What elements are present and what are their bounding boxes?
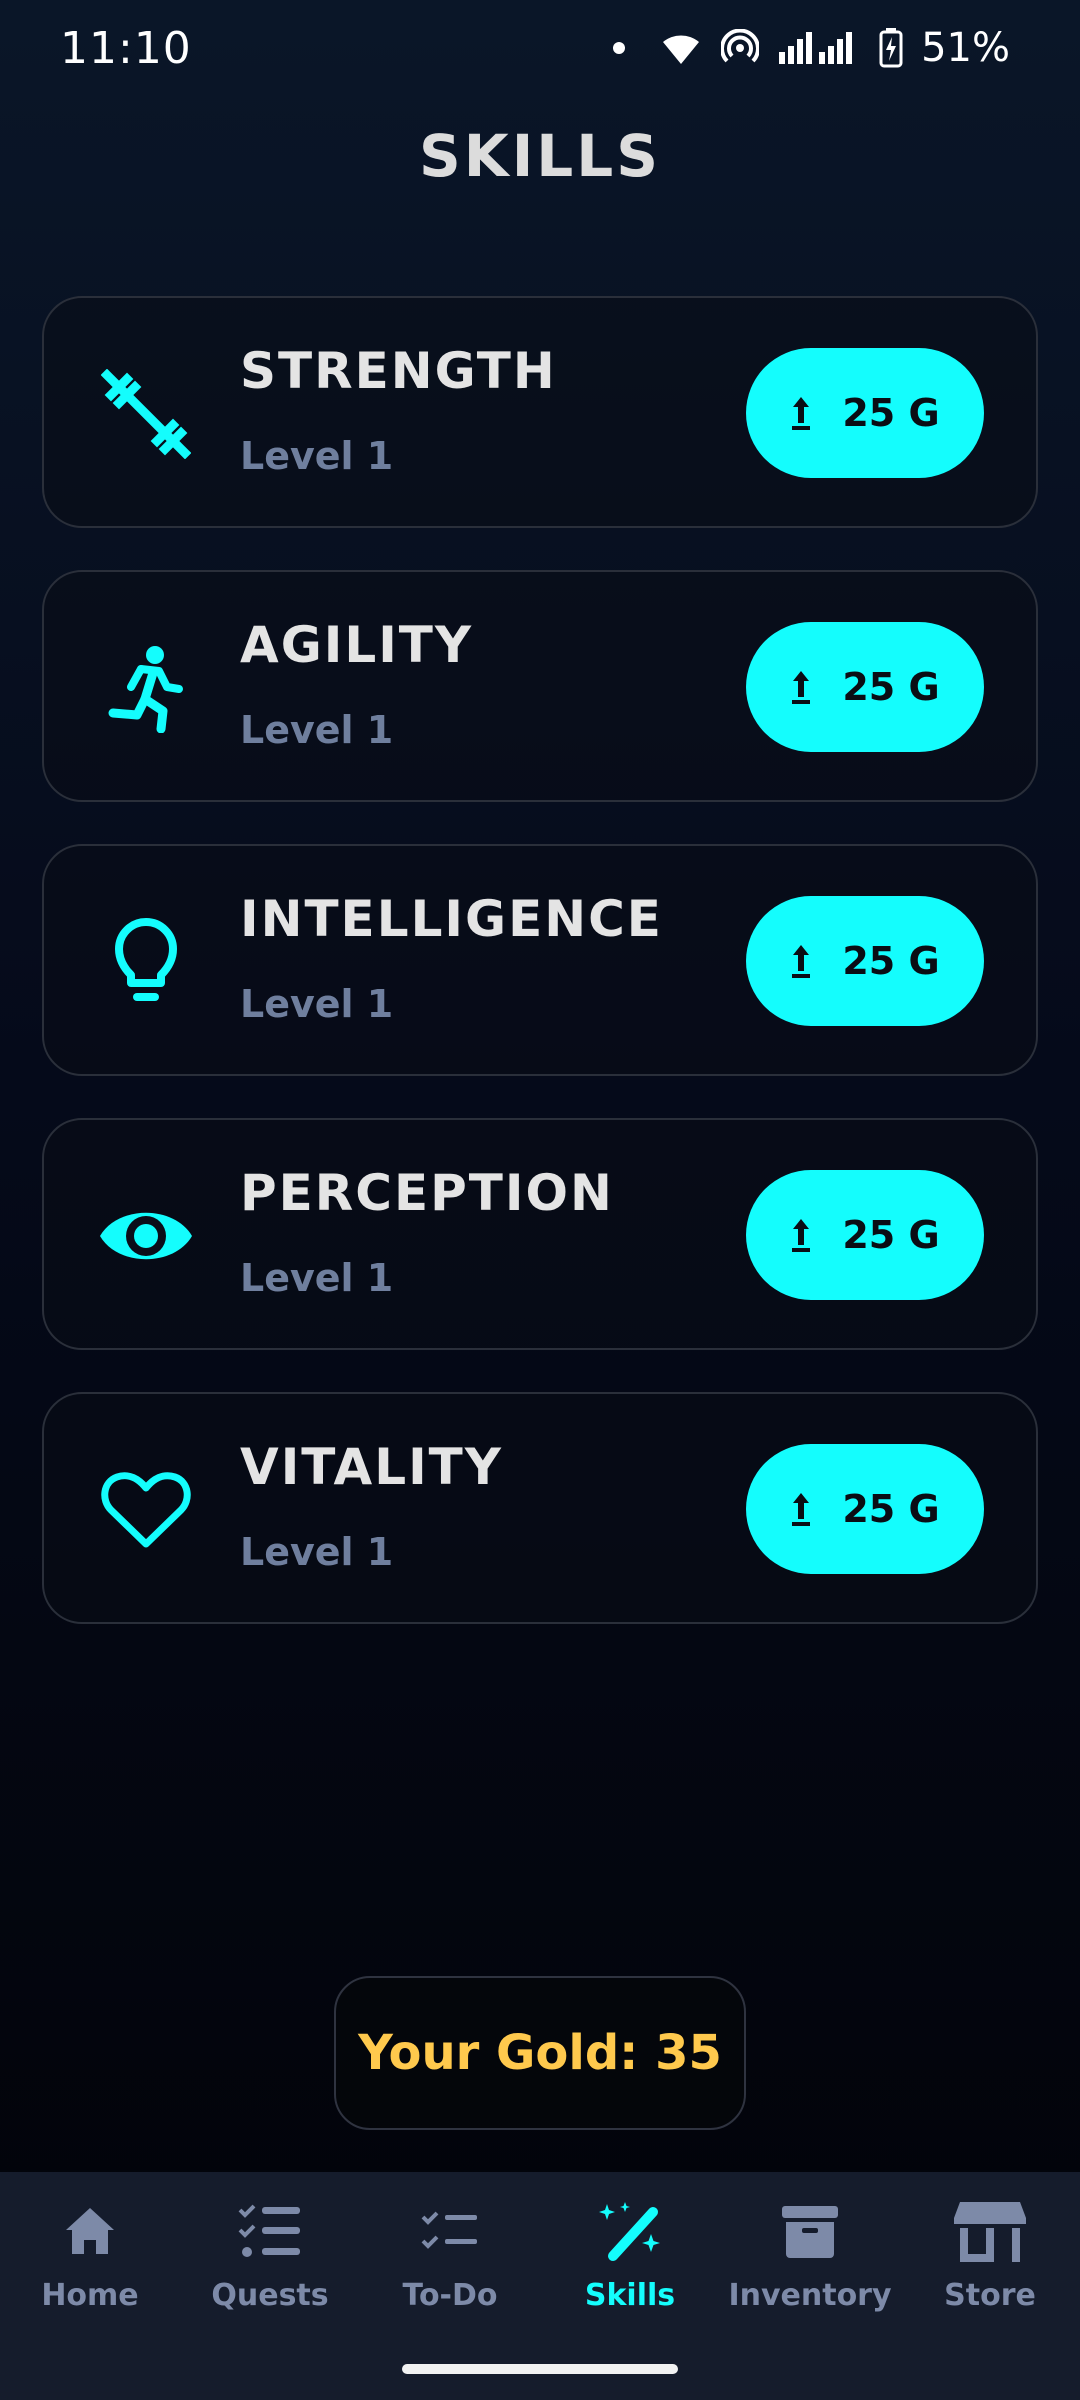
eye-icon xyxy=(96,1186,196,1286)
gold-text: Your Gold: 35 xyxy=(358,2025,722,2081)
upgrade-cost: 25 G xyxy=(842,1487,940,1531)
wifi-icon xyxy=(659,30,703,66)
checklist-icon xyxy=(238,2196,302,2268)
skill-level: Level 1 xyxy=(240,708,394,752)
notification-dot-icon xyxy=(613,42,626,54)
skills-list: STRENGTH Level 1 25 G AGILITY Level 1 25… xyxy=(42,296,1038,1666)
nav-home[interactable]: Home xyxy=(0,2172,180,2332)
todo-icon xyxy=(421,2196,479,2268)
home-icon xyxy=(62,2196,118,2268)
upgrade-arrow-icon xyxy=(790,1217,812,1253)
nav-label: Home xyxy=(41,2278,139,2313)
upgrade-cost: 25 G xyxy=(842,1213,940,1257)
upgrade-cost: 25 G xyxy=(842,665,940,709)
status-bar: 11:10 51% xyxy=(0,0,1080,96)
skill-card-perception: PERCEPTION Level 1 25 G xyxy=(42,1118,1038,1350)
skill-card-agility: AGILITY Level 1 25 G xyxy=(42,570,1038,802)
status-icons: 51% xyxy=(613,25,1010,71)
signal-icon xyxy=(777,30,861,66)
nav-label: To-Do xyxy=(402,2278,498,2313)
upgrade-arrow-icon xyxy=(790,943,812,979)
nav-skills[interactable]: Skills xyxy=(540,2172,720,2332)
upgrade-cost: 25 G xyxy=(842,939,940,983)
skill-level: Level 1 xyxy=(240,1256,394,1300)
magic-wand-icon xyxy=(595,2196,665,2268)
nav-label: Inventory xyxy=(728,2278,892,2313)
heart-icon xyxy=(96,1460,196,1560)
upgrade-cost: 25 G xyxy=(842,391,940,435)
archive-box-icon xyxy=(780,2196,840,2268)
battery-percent: 51% xyxy=(921,25,1010,71)
gold-balance: Your Gold: 35 xyxy=(334,1976,746,2130)
nav-label: Quests xyxy=(211,2278,329,2313)
nav-store[interactable]: Store xyxy=(900,2172,1080,2332)
dumbbell-icon xyxy=(96,364,196,464)
skill-name: INTELLIGENCE xyxy=(240,890,663,948)
skills-screen: 11:10 51% SKILLS STRENGTH Level 1 25 G A… xyxy=(0,0,1080,2400)
status-time: 11:10 xyxy=(60,22,192,74)
skill-level: Level 1 xyxy=(240,1530,394,1574)
running-icon xyxy=(96,638,196,738)
upgrade-arrow-icon xyxy=(790,395,812,431)
upgrade-vitality-button[interactable]: 25 G xyxy=(746,1444,984,1574)
skill-name: STRENGTH xyxy=(240,342,557,400)
nav-label: Skills xyxy=(584,2278,676,2313)
lightbulb-icon xyxy=(96,912,196,1012)
upgrade-strength-button[interactable]: 25 G xyxy=(746,348,984,478)
skill-name: PERCEPTION xyxy=(240,1164,614,1222)
skill-card-strength: STRENGTH Level 1 25 G xyxy=(42,296,1038,528)
skill-name: AGILITY xyxy=(240,616,474,674)
skill-level: Level 1 xyxy=(240,982,394,1026)
battery-icon xyxy=(879,28,903,68)
nav-label: Store xyxy=(944,2278,1036,2313)
nav-quests[interactable]: Quests xyxy=(180,2172,360,2332)
hotspot-icon xyxy=(721,29,760,67)
store-icon xyxy=(952,2196,1028,2268)
skill-card-intelligence: INTELLIGENCE Level 1 25 G xyxy=(42,844,1038,1076)
upgrade-agility-button[interactable]: 25 G xyxy=(746,622,984,752)
skill-name: VITALITY xyxy=(240,1438,503,1496)
upgrade-perception-button[interactable]: 25 G xyxy=(746,1170,984,1300)
home-indicator[interactable] xyxy=(402,2364,678,2374)
nav-todo[interactable]: To-Do xyxy=(360,2172,540,2332)
page-title: SKILLS xyxy=(419,122,661,190)
upgrade-intelligence-button[interactable]: 25 G xyxy=(746,896,984,1026)
upgrade-arrow-icon xyxy=(790,669,812,705)
upgrade-arrow-icon xyxy=(790,1491,812,1527)
skill-card-vitality: VITALITY Level 1 25 G xyxy=(42,1392,1038,1624)
nav-inventory[interactable]: Inventory xyxy=(720,2172,900,2332)
skill-level: Level 1 xyxy=(240,434,394,478)
